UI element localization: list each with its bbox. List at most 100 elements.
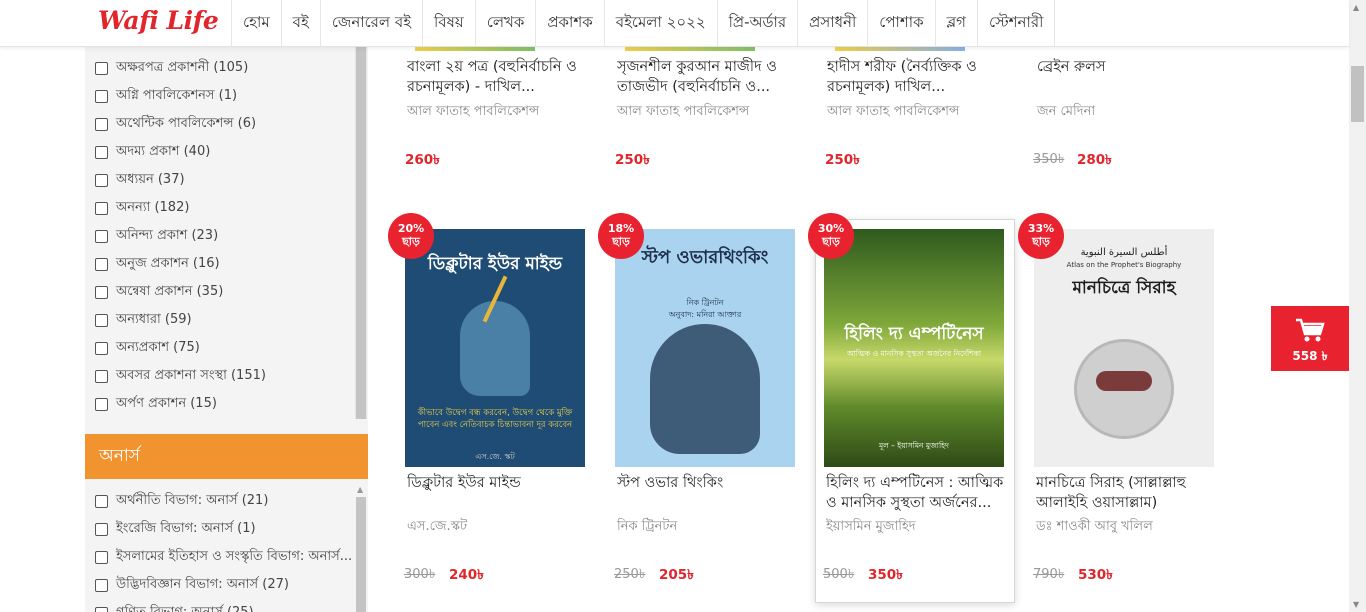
filter-item[interactable]: অন্যপ্রকাশ (75) [85,334,368,362]
scrollbar-thumb[interactable] [356,497,366,612]
site-header: Wafi Life হোম বই জেনারেল বই বিষয় লেখক প… [0,0,1349,47]
cover-author: এস.জে. স্কট [475,452,515,461]
filter-item[interactable]: অবসর প্রকাশনা সংস্থা (151) [85,362,368,390]
filter-item[interactable]: অনন্যা (182) [85,194,368,222]
product-title[interactable]: মানচিত্রে সিরাহ (সাল্লাল্লাহু আলাইহি ওয়… [1036,473,1221,513]
nav-item-home[interactable]: হোম [231,0,281,47]
product-title[interactable]: হিলিং দ্য এম্পটিনেস : আত্মিক ও মানসিক সু… [826,473,1011,513]
site-logo[interactable]: Wafi Life [98,6,219,35]
checkbox[interactable] [95,550,108,564]
checkbox[interactable] [95,229,108,243]
product-title[interactable]: স্টপ ওভার থিংকিং [617,473,802,513]
checkbox[interactable] [95,522,108,536]
product-title[interactable]: বাংলা ২য় পত্র (বহুনির্বাচনি ও রচনামূলক)… [407,57,592,97]
checkbox[interactable] [95,369,108,383]
product-author[interactable]: এস.জে.স্কট [407,517,467,538]
product-old-price: 300৳ [404,567,436,582]
book-cover[interactable]: ডিক্লুটার ইউর মাইন্ড কীভাবে উদ্বেগ বন্ধ … [405,229,585,467]
product-title[interactable]: ডিক্লুটার ইউর মাইন্ড [407,473,592,513]
cover-arabic-title: أطلس السيرة النبوية [1080,247,1168,258]
product-price: 350৳ [868,567,903,583]
book-cover[interactable]: হিলিং দ্য এম্পটিনেস আত্মিক ও মানসিক সুস্… [824,229,1004,467]
nav-item-stationery[interactable]: স্টেশনারী [976,0,1056,47]
product-author[interactable]: আল ফাতাহ পাবলিকেশন্স [407,102,539,123]
product-price: 240৳ [449,567,484,583]
filter-item[interactable]: অন্যধারা (59) [85,306,368,334]
cover-subtitle: আত্মিক ও মানসিক সুস্থতা অর্জনের নির্দেশি… [846,349,982,358]
product-card[interactable]: 20% ছাড় ডিক্লুটার ইউর মাইন্ড কীভাবে উদ্ব… [388,213,598,603]
scroll-up-arrow-icon[interactable]: ▲ [357,485,363,494]
filter-item[interactable]: অদম্য প্রকাশ (40) [85,138,368,166]
discount-badge: 18% ছাড় [598,213,644,259]
cover-title: ডিক্লুটার ইউর মাইন্ড [427,254,563,274]
floating-cart-button[interactable]: 558 ৳ [1271,306,1349,371]
nav-item-blog[interactable]: ব্লগ [934,0,977,47]
checkbox[interactable] [95,578,108,592]
product-author[interactable]: জন মেদিনা [1037,102,1095,123]
product-author[interactable]: আল ফাতাহ পাবলিকেশন্স [827,102,959,123]
filter-item[interactable]: অন্বেষা প্রকাশন (35) [85,278,368,306]
cover-english-title: Atlas on the Prophet's Biography [1066,261,1182,269]
product-title[interactable]: সৃজনশীল কুরআন মাজীদ ও তাজভীদ (বহুনির্বাচ… [617,57,802,97]
nav-item-cosmetics[interactable]: প্রসাধনী [797,0,867,47]
checkbox[interactable] [95,341,108,355]
checkbox[interactable] [95,173,108,187]
checkbox[interactable] [95,61,108,75]
filter-item[interactable]: অর্থনীতি বিভাগ: অনার্স (21) [85,487,355,515]
cart-icon [1296,318,1325,342]
checkbox[interactable] [95,397,108,411]
scroll-down-arrow-icon[interactable]: ▼ [1353,600,1359,609]
product-card[interactable]: 18% ছাড় স্টপ ওভারথিংকিং নিক ট্রিনটন অনুব… [598,213,808,603]
discount-badge: 33% ছাড় [1018,213,1064,259]
cover-title: হিলিং দ্য এম্পটিনেস [844,324,984,344]
checkbox[interactable] [95,145,108,159]
book-cover[interactable]: স্টপ ওভারথিংকিং নিক ট্রিনটন অনুবাদ: মনির… [615,229,795,467]
publisher-list-scrollbar[interactable] [355,47,367,419]
page-scrollbar[interactable]: ▲ ▼ [1349,0,1366,612]
nav-item-pre-order[interactable]: প্রি-অর্ডার [716,0,798,47]
product-card[interactable]: 30% ছাড় হিলিং দ্য এম্পটিনেস আত্মিক ও মান… [808,213,1018,603]
product-card[interactable]: 33% ছাড় أطلس السيرة النبوية Atlas on the… [1018,213,1228,603]
honours-list-scrollbar[interactable]: ▲ [355,485,367,612]
filter-item[interactable]: অক্ষরপত্র প্রকাশনী (105) [85,54,368,82]
discount-badge: 30% ছাড় [808,213,854,259]
checkbox[interactable] [95,285,108,299]
cover-edge [415,47,535,51]
scrollbar-thumb[interactable] [356,47,366,419]
product-author[interactable]: আল ফাতাহ পাবলিকেশন্স [617,102,749,123]
nav-item-general-books[interactable]: জেনারেল বই [319,0,422,47]
filter-item[interactable]: অথেন্টিক পাবলিকেশন্স (6) [85,110,368,138]
checkbox[interactable] [95,606,108,612]
nav-item-books[interactable]: বই [280,0,320,47]
nav-item-subjects[interactable]: বিষয় [422,0,475,47]
nav-item-clothing[interactable]: পোশাক [867,0,934,47]
filter-item[interactable]: অনুজ প্রকাশন (16) [85,250,368,278]
nav-item-authors[interactable]: লেখক [474,0,536,47]
product-author[interactable]: নিক ট্রিনটন [617,517,677,538]
checkbox[interactable] [95,89,108,103]
checkbox[interactable] [95,313,108,327]
filter-item[interactable]: ইসলামের ইতিহাস ও সংস্কৃতি বিভাগ: অনার্স.… [85,543,355,571]
filter-item[interactable]: অর্পণ প্রকাশন (15) [85,390,368,418]
product-author[interactable]: ডঃ শাওকী আবু খলিল [1036,517,1153,538]
honours-section-header[interactable]: অনার্স [85,434,368,479]
product-title[interactable]: ব্রেইন রুলস [1037,57,1222,97]
checkbox[interactable] [95,201,108,215]
scroll-up-arrow-icon[interactable]: ▲ [1353,3,1359,12]
nav-item-publishers[interactable]: প্রকাশক [535,0,603,47]
checkbox[interactable] [95,257,108,271]
filter-item[interactable]: গণিত বিভাগ: অনার্স (25) [85,599,355,612]
filter-item[interactable]: অধ্যয়ন (37) [85,166,368,194]
product-title[interactable]: হাদীস শরীফ (নৈর্ব্যক্তিক ও রচনামূলক) দাখ… [827,57,1012,97]
filter-item[interactable]: অগ্নি পাবলিকেশনস (1) [85,82,368,110]
product-author[interactable]: ইয়াসমিন মুজাহিদ [826,517,916,538]
checkbox[interactable] [95,494,108,508]
filter-item[interactable]: উদ্ভিদবিজ্ঞান বিভাগ: অনার্স (27) [85,571,355,599]
filter-item[interactable]: অনিন্দ্য প্রকাশ (23) [85,222,368,250]
checkbox[interactable] [95,117,108,131]
page-scrollbar-thumb[interactable] [1351,66,1364,122]
filter-item[interactable]: ইংরেজি বিভাগ: অনার্স (1) [85,515,355,543]
nav-item-book-fair[interactable]: বইমেলা ২০২২ [603,0,717,47]
book-cover[interactable]: أطلس السيرة النبوية Atlas on the Prophet… [1034,229,1214,467]
product-price: 530৳ [1078,567,1113,583]
